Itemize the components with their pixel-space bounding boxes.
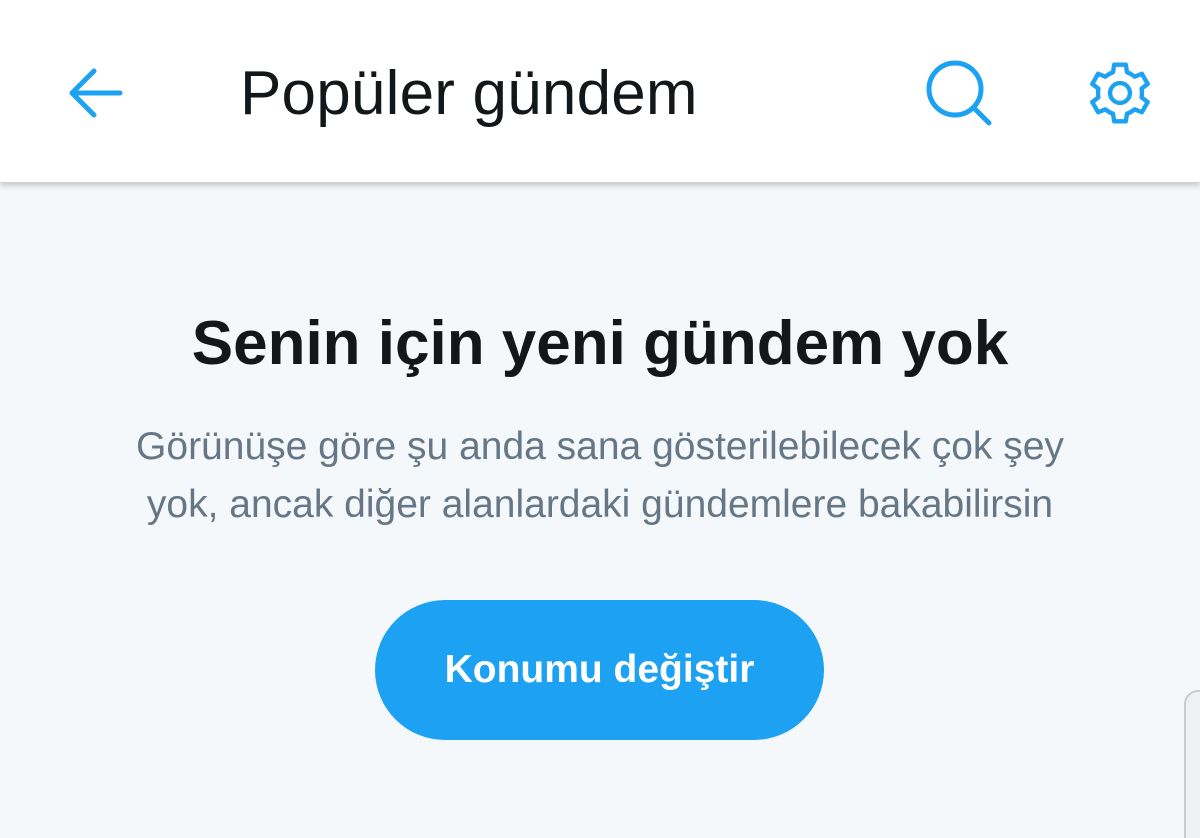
change-location-button[interactable]: Konumu değiştir	[375, 600, 824, 740]
top-app-bar: Popüler gündem	[0, 0, 1200, 182]
gear-icon	[1090, 62, 1150, 124]
empty-state-message-line: Görünüşe göre şu anda sana gösterilebile…	[136, 425, 1064, 468]
settings-button[interactable]	[1072, 48, 1168, 138]
empty-state-message-line: yok, ancak diğer alanlardaki gündemlere …	[146, 483, 1054, 526]
search-button[interactable]	[912, 48, 1008, 138]
page-title: Popüler gündem	[240, 59, 698, 128]
empty-state-title: Senin için yeni gündem yok	[191, 309, 1009, 378]
trends-content: Senin için yeni gündem yok Görünüşe göre…	[0, 182, 1200, 836]
overlay-edge	[1184, 690, 1200, 838]
empty-state-message: Görünüşe göre şu anda sana gösterilebile…	[60, 418, 1140, 534]
arrow-left-icon	[69, 68, 123, 118]
search-icon	[926, 60, 992, 126]
back-button[interactable]	[50, 48, 140, 138]
